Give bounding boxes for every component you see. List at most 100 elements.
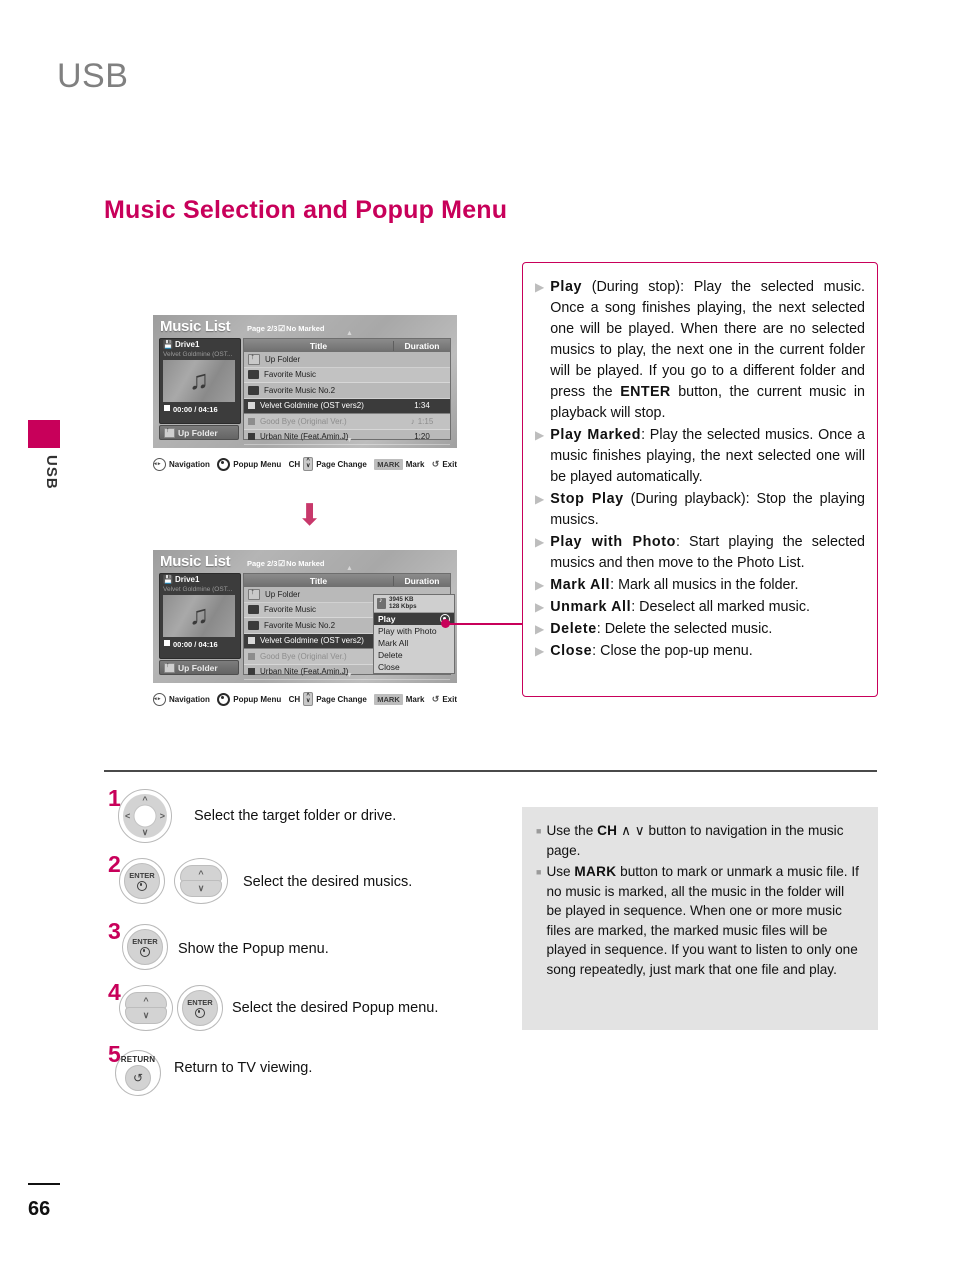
up-folder-icon	[164, 427, 175, 438]
return-button[interactable]: RETURN ↺	[115, 1050, 161, 1096]
enter-button[interactable]: ENTER	[119, 858, 165, 904]
table-row[interactable]: Favorite Music	[244, 367, 450, 383]
bullet-triangle-icon: ▶	[535, 492, 545, 506]
description-text: : Mark all musics in the folder.	[610, 577, 799, 593]
arrow-up-icon: ^	[142, 795, 148, 805]
arrow-down-icon: ∨	[141, 827, 149, 837]
enter-button[interactable]: ENTER	[177, 985, 223, 1031]
navbar-item-navigation: Navigation	[153, 457, 210, 471]
enter-button[interactable]: ENTER	[122, 924, 168, 970]
tv-navbar: Navigation Popup Menu CH^∨Page Change MA…	[153, 456, 457, 472]
scroll-down-icon[interactable]: ▼	[346, 437, 353, 444]
popup-menu: 3945 KB 128 Kbps Play Play with Photo Ma…	[373, 594, 455, 674]
step-text-5: Return to TV viewing.	[174, 1060, 313, 1076]
wheel-icon	[217, 692, 231, 706]
note-text-pre: Use the	[546, 823, 598, 838]
description-term: Mark All	[550, 577, 611, 593]
navbar-item-page-change: CH ^ ∨ Page Change	[288, 692, 367, 706]
note-arrows: ∧ ∨	[617, 823, 649, 838]
bullet-triangle-icon: ▶	[535, 428, 545, 442]
music-file-icon	[248, 668, 255, 676]
page-number: 66	[28, 1198, 51, 1220]
drive-name: 💾 Drive1	[163, 575, 200, 584]
tv-navbar: Navigation Popup Menu CH^∨Page Change MA…	[153, 691, 457, 707]
ch-key-label: CH	[597, 823, 618, 838]
table-row[interactable]: Good Bye (Original Ver.) ♪1:15	[244, 414, 450, 430]
note-text-pre: Use	[546, 864, 575, 879]
description-item-delete: ▶ Delete: Delete the selected music.	[535, 619, 865, 640]
tv-screenshot-popup-menu: Music List Page 2/3 ☑No Marked 💾 Drive1 V…	[153, 550, 457, 683]
drive-info-panel: 💾 Drive1 Velvet Goldmine (OST... ♫ 00:00 …	[159, 338, 241, 424]
navbar-item-exit: ↺ Exit	[431, 458, 457, 469]
popup-menu-item-mark-all[interactable]: Mark All	[374, 637, 454, 649]
enter-dot-icon	[137, 880, 147, 891]
ch-updown-icon: ^ ∨	[303, 457, 314, 471]
navbar-item-exit: ↺ Exit	[431, 693, 457, 704]
up-folder-button[interactable]: Up Folder	[159, 425, 239, 440]
tv-marked-label: No Marked	[286, 324, 325, 333]
enter-button-label: ENTER	[129, 870, 155, 880]
column-header-title: Title	[309, 575, 328, 586]
drive-playback-time: 00:00 / 04:16	[164, 405, 218, 414]
callout-line	[449, 622, 523, 625]
description-item-mark-all: ▶ Mark All: Mark all musics in the folde…	[535, 575, 865, 596]
enter-button-label: ENTER	[187, 997, 213, 1007]
drive-playback-time: 00:00 / 04:16	[164, 640, 218, 649]
music-file-icon	[248, 652, 255, 660]
return-icon: ↺	[431, 693, 440, 704]
nav-pad-button[interactable]: ^ ∨ < >	[118, 789, 172, 843]
up-folder-button[interactable]: Up Folder	[159, 660, 239, 675]
side-tab-label: USB	[43, 455, 60, 490]
return-arrow-icon: ↺	[125, 1065, 151, 1091]
note-box: ■ Use the CH ∧ ∨ button to navigation in…	[522, 807, 878, 1030]
popup-menu-item-close[interactable]: Close	[374, 661, 454, 673]
description-item-close: ▶ Close: Close the pop-up menu.	[535, 641, 865, 662]
footer-rule	[28, 1183, 60, 1185]
popup-menu-item-delete[interactable]: Delete	[374, 649, 454, 661]
description-item-stop-play: ▶ Stop Play (During playback): Stop the …	[535, 489, 865, 531]
description-term: Stop Play	[550, 491, 624, 507]
enter-button-label: ENTER	[132, 936, 158, 946]
up-down-rocker-button[interactable]: ^ ∨	[119, 985, 173, 1031]
mark-key-icon: MARK	[374, 693, 403, 705]
rocker-down[interactable]: ∨	[125, 1007, 167, 1024]
note-text-post: button to mark or unmark a music file. I…	[546, 864, 859, 977]
folder-icon	[248, 605, 259, 615]
step-text-2: Select the desired musics.	[243, 874, 413, 890]
scroll-up-icon[interactable]: ▲	[346, 330, 353, 337]
step-text-1: Select the target folder or drive.	[194, 808, 397, 824]
table-row[interactable]: Favorite Music No.2	[244, 383, 450, 399]
table-row[interactable]: Up Folder	[244, 352, 450, 368]
tv-marked-status: ☑No Marked	[278, 559, 325, 568]
description-term: Delete	[550, 621, 597, 637]
album-art: ♫	[163, 360, 235, 402]
column-header-duration: Duration	[393, 575, 450, 586]
table-row-selected[interactable]: Velvet Goldmine (OST vers2) 1:34	[244, 398, 450, 414]
tv-page-indicator: Page 2/3	[247, 559, 278, 568]
description-text: : Close the pop-up menu.	[592, 643, 753, 659]
description-item-unmark-all: ▶ Unmark All: Deselect all marked music.	[535, 597, 865, 618]
description-item-play-marked: ▶ Play Marked: Play the selected musics.…	[535, 425, 865, 488]
description-text: : Delete the selected music.	[596, 621, 773, 637]
stop-icon	[164, 405, 170, 411]
rocker-down[interactable]: ∨	[180, 880, 222, 897]
bullet-triangle-icon: ▶	[535, 622, 545, 636]
file-list-table: Title Duration Up Folder Favorite Music …	[243, 338, 451, 445]
description-text: (During stop): Play the selected music. …	[550, 279, 865, 400]
music-file-icon	[248, 417, 255, 425]
column-header-title: Title	[309, 340, 328, 351]
scroll-up-icon[interactable]: ▲	[346, 565, 353, 572]
scroll-down-icon[interactable]: ▼	[346, 672, 353, 679]
popup-bitrate: 128 Kbps	[389, 602, 417, 610]
up-down-rocker-button[interactable]: ^ ∨	[174, 858, 228, 904]
music-note-icon: ♫	[188, 364, 210, 395]
return-icon: ↺	[431, 458, 440, 469]
drive-now-playing: Velvet Goldmine (OST...	[163, 586, 233, 593]
description-term: Play with Photo	[550, 534, 676, 550]
description-item-play: ▶ Play (During stop): Play the selected …	[535, 277, 865, 424]
table-header: Title Duration	[244, 574, 450, 587]
description-term: Unmark All	[550, 599, 632, 615]
bullet-triangle-icon: ▶	[535, 578, 545, 592]
page-root: USB USB Music Selection and Popup Menu M…	[0, 0, 954, 1272]
drive-info-panel: 💾 Drive1 Velvet Goldmine (OST... ♫ 00:00 …	[159, 573, 241, 659]
